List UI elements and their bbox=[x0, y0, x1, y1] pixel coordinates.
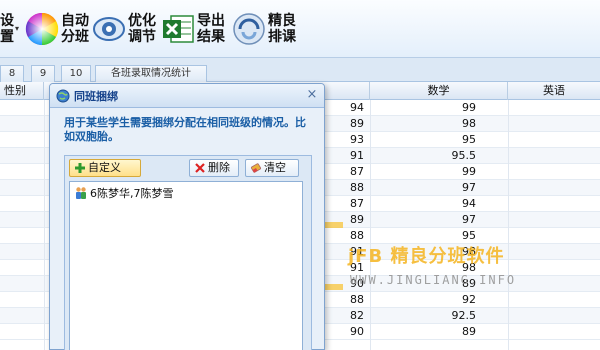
grid-line bbox=[508, 100, 509, 350]
bundle-list[interactable]: 6陈梦华,7陈梦雪 bbox=[69, 181, 303, 350]
dialog-description: 用于某些学生需要捆绑分配在相同班级的情况。比如双胞胎。 bbox=[64, 116, 306, 143]
tab-admission-stats[interactable]: 各班录取情况统计 bbox=[95, 65, 207, 82]
eraser-icon bbox=[251, 163, 261, 173]
clear-button-label: 清空 bbox=[264, 161, 286, 174]
watermark-title: jFB 精良分班软件 bbox=[348, 246, 505, 267]
dialog-title: 同班捆绑 bbox=[74, 90, 118, 103]
tab-9[interactable]: 9 bbox=[31, 65, 55, 82]
math-cell[interactable]: 92.5 bbox=[400, 308, 477, 324]
math-cell[interactable]: 99 bbox=[400, 164, 476, 180]
custom-button-label: 自定义 bbox=[88, 161, 121, 174]
grid-line bbox=[370, 100, 371, 350]
math-cell[interactable]: 92 bbox=[400, 292, 476, 308]
watermark-url: WWW.JINGLIANG.INFO bbox=[350, 273, 517, 287]
header-gender[interactable]: 性别 bbox=[0, 82, 44, 100]
swirl-logo-icon bbox=[233, 13, 265, 45]
toolbar: 设 置 ▾ 自动 分班 优化 调节 导出 结果 精良 排课 bbox=[0, 0, 600, 58]
auto-assign-label: 自动 分班 bbox=[61, 13, 89, 45]
list-item[interactable]: 6陈梦华,7陈梦雪 bbox=[74, 186, 174, 200]
fine-schedule-button[interactable]: 精良 排课 bbox=[232, 7, 296, 51]
math-cell[interactable]: 89 bbox=[400, 324, 476, 340]
math-cell[interactable]: 97 bbox=[400, 212, 476, 228]
math-cell[interactable]: 94 bbox=[400, 196, 476, 212]
list-item-label: 6陈梦华,7陈梦雪 bbox=[90, 187, 174, 200]
sheet-tabstrip: 8 9 10 各班录取情况统计 bbox=[0, 58, 600, 82]
export-label: 导出 结果 bbox=[197, 13, 225, 45]
custom-button[interactable]: 自定义 bbox=[69, 159, 141, 177]
auto-assign-button[interactable]: 自动 分班 bbox=[25, 7, 89, 51]
close-icon[interactable]: × bbox=[305, 88, 319, 102]
excel-icon bbox=[163, 15, 194, 43]
settings-label-top: 设 bbox=[0, 13, 14, 29]
bundle-panel: 自定义 删除 清空 6陈梦华,7陈梦雪 bbox=[64, 155, 312, 350]
color-wheel-icon bbox=[25, 12, 59, 46]
delete-button[interactable]: 删除 bbox=[189, 159, 239, 177]
math-cell[interactable]: 97 bbox=[400, 180, 476, 196]
tab-10[interactable]: 10 bbox=[61, 65, 91, 82]
globe-icon bbox=[56, 89, 70, 103]
header-english[interactable]: 英语 bbox=[508, 82, 600, 100]
grid-line bbox=[44, 100, 45, 350]
plus-icon bbox=[75, 163, 85, 173]
header-math[interactable]: 数学 bbox=[370, 82, 508, 100]
math-cell[interactable]: 98 bbox=[400, 116, 476, 132]
users-icon bbox=[76, 187, 86, 199]
math-cell[interactable]: 95 bbox=[400, 132, 476, 148]
settings-label-bottom: 置 bbox=[0, 29, 14, 45]
optimize-button[interactable]: 优化 调节 bbox=[92, 7, 156, 51]
math-cell[interactable]: 99 bbox=[400, 100, 476, 116]
export-button[interactable]: 导出 结果 bbox=[161, 7, 225, 51]
math-cell[interactable]: 95.5 bbox=[400, 148, 477, 164]
bundle-dialog: 同班捆绑 × 用于某些学生需要捆绑分配在相同班级的情况。比如双胞胎。 自定义 删… bbox=[49, 83, 325, 350]
optimize-label: 优化 调节 bbox=[128, 13, 156, 45]
clear-button[interactable]: 清空 bbox=[245, 159, 299, 177]
delete-button-label: 删除 bbox=[208, 161, 230, 174]
fine-schedule-label: 精良 排课 bbox=[268, 13, 296, 45]
dropdown-arrow-icon[interactable]: ▾ bbox=[15, 24, 19, 33]
tab-8[interactable]: 8 bbox=[0, 65, 24, 82]
delete-x-icon bbox=[195, 163, 205, 173]
eye-swirl-icon bbox=[93, 17, 125, 41]
settings-button-partial[interactable]: 设 置 ▾ bbox=[0, 7, 19, 51]
dialog-titlebar[interactable]: 同班捆绑 × bbox=[50, 84, 324, 108]
